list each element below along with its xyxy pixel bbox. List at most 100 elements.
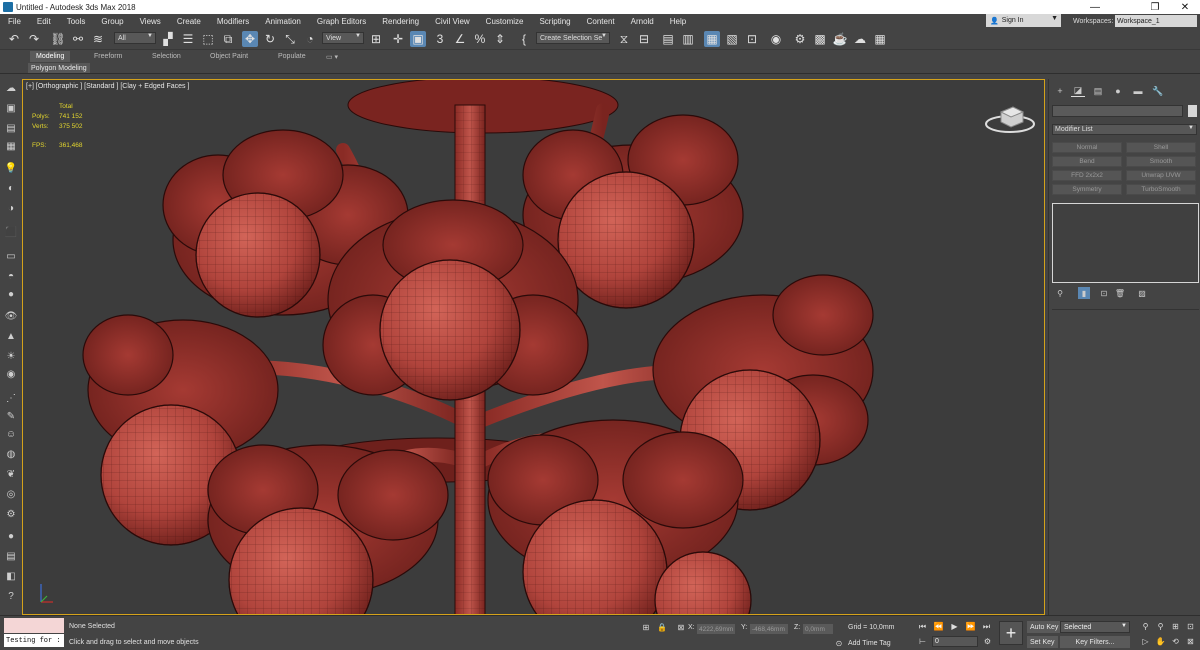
- camera-icon[interactable]: ◐: [4, 182, 18, 194]
- remove-modifier-icon[interactable]: 🗑: [1114, 287, 1126, 299]
- object-name-field[interactable]: [1052, 105, 1183, 117]
- menu-content[interactable]: Content: [579, 17, 623, 26]
- ribbon-options-icon[interactable]: ▭ ▾: [326, 51, 338, 62]
- display-tab-icon[interactable]: ▬: [1131, 85, 1145, 97]
- z-coordinate-field[interactable]: 0,0mm: [803, 624, 833, 634]
- menu-graph-editors[interactable]: Graph Editors: [309, 17, 374, 26]
- align-icon[interactable]: ⊟: [636, 31, 652, 47]
- modifier-bend-button[interactable]: Bend: [1052, 156, 1122, 167]
- modifier-shell-button[interactable]: Shell: [1126, 142, 1196, 153]
- layer-explorer-icon[interactable]: ▥: [680, 31, 696, 47]
- keyboard-shortcut-override-icon[interactable]: ▣: [410, 31, 426, 47]
- maxscript-listener-input[interactable]: [4, 618, 64, 633]
- toggle-ribbon-icon[interactable]: ▦: [704, 31, 720, 47]
- signin-dropdown[interactable]: 👤 Sign In ▼: [986, 14, 1061, 27]
- selection-lock-icon[interactable]: 🔒: [656, 621, 668, 633]
- viewport-layout-icon[interactable]: ☁: [4, 82, 18, 94]
- bind-space-warp-icon[interactable]: ≋: [90, 31, 106, 47]
- auto-key-button[interactable]: Auto Key: [1027, 621, 1062, 633]
- leaf-icon[interactable]: ❦: [4, 468, 18, 480]
- menu-file[interactable]: File: [0, 17, 29, 26]
- scene-list-icon[interactable]: ▦: [4, 140, 18, 152]
- set-key-button[interactable]: Set Key: [1027, 636, 1058, 648]
- layer-manager-icon[interactable]: ▤: [4, 122, 18, 134]
- grid-snap-icon[interactable]: ⋰: [4, 392, 18, 404]
- modifier-unwrap-uvw-button[interactable]: Unwrap UVW: [1126, 170, 1196, 181]
- ball-icon[interactable]: ●: [4, 530, 18, 542]
- maxscript-output[interactable]: Testing for :: [4, 634, 64, 647]
- go-to-start-icon[interactable]: ⏮: [917, 621, 928, 632]
- angle-snap-icon[interactable]: ∠: [452, 31, 468, 47]
- sphere-icon[interactable]: ●: [4, 288, 18, 300]
- pan-icon[interactable]: ✋: [1155, 636, 1166, 647]
- absolute-mode-icon[interactable]: ⊠: [675, 621, 687, 633]
- viewport-label[interactable]: [+] [Orthographic ] [Standard ] [Clay + …: [26, 83, 189, 90]
- modifier-turbosmooth-button[interactable]: TurboSmooth: [1126, 184, 1196, 195]
- edit-named-selection-icon[interactable]: {: [516, 31, 532, 47]
- maximize-viewport-icon[interactable]: ⊠: [1185, 636, 1196, 647]
- reference-coordinate-dropdown[interactable]: View ▼: [322, 32, 364, 44]
- set-keys-icon[interactable]: +: [999, 621, 1023, 645]
- menu-create[interactable]: Create: [169, 17, 209, 26]
- select-and-move-icon[interactable]: ✥: [242, 31, 258, 47]
- add-time-tag-button[interactable]: Add Time Tag: [848, 640, 891, 647]
- modifier-normal-button[interactable]: Normal: [1052, 142, 1122, 153]
- zoom-icon[interactable]: ⚲: [1140, 621, 1151, 632]
- schematic-view-icon[interactable]: ⊡: [744, 31, 760, 47]
- tab-object-paint[interactable]: Object Paint: [210, 51, 248, 62]
- time-tag-icon[interactable]: ⊙: [833, 637, 845, 649]
- spinner-snap-icon[interactable]: ⇕: [492, 31, 508, 47]
- undo-icon[interactable]: ↶: [6, 31, 22, 47]
- render-setup-icon[interactable]: ⚙: [792, 31, 808, 47]
- modify-tab-icon[interactable]: ◪: [1071, 85, 1085, 97]
- modifier-symmetry-button[interactable]: Symmetry: [1052, 184, 1122, 195]
- modifier-smooth-button[interactable]: Smooth: [1126, 156, 1196, 167]
- menu-group[interactable]: Group: [93, 17, 131, 26]
- layer-icon[interactable]: ▣: [4, 102, 18, 114]
- layers-icon[interactable]: ▤: [4, 550, 18, 562]
- current-frame-field[interactable]: 0: [932, 636, 978, 647]
- help-icon[interactable]: ?: [4, 590, 18, 602]
- move-gizmo-icon[interactable]: ✛: [390, 31, 406, 47]
- menu-arnold[interactable]: Arnold: [623, 17, 662, 26]
- window-crossing-icon[interactable]: ⧉: [220, 31, 236, 47]
- field-of-view-icon[interactable]: ▷: [1140, 636, 1151, 647]
- tab-populate[interactable]: Populate: [278, 51, 306, 62]
- menu-tools[interactable]: Tools: [59, 17, 94, 26]
- time-configuration-icon[interactable]: ⚙: [982, 636, 993, 647]
- dome-icon[interactable]: ◓: [4, 270, 18, 282]
- named-selection-set-dropdown[interactable]: Create Selection Se ▼: [536, 32, 610, 44]
- utilities-tab-icon[interactable]: 🔧: [1151, 85, 1165, 97]
- viewport-orthographic[interactable]: [+] [Orthographic ] [Standard ] [Clay + …: [22, 79, 1045, 615]
- eye-icon[interactable]: 👁: [4, 310, 18, 322]
- render-production-icon[interactable]: ☕: [832, 31, 848, 47]
- sphere-gizmo-icon[interactable]: ◎: [4, 488, 18, 500]
- modifier-list-dropdown[interactable]: Modifier List ▼: [1052, 124, 1197, 135]
- menu-customize[interactable]: Customize: [478, 17, 532, 26]
- hierarchy-tab-icon[interactable]: ▤: [1091, 85, 1105, 97]
- make-unique-icon[interactable]: ⊡: [1098, 287, 1110, 299]
- cone-icon[interactable]: ▲: [4, 330, 18, 342]
- material-editor-icon[interactable]: ◉: [768, 31, 784, 47]
- configure-modifier-sets-icon[interactable]: ▨: [1136, 287, 1148, 299]
- select-by-name-icon[interactable]: ☰: [180, 31, 196, 47]
- select-object-icon[interactable]: ▞: [160, 31, 176, 47]
- mirror-icon[interactable]: ⧖: [616, 31, 632, 47]
- modifier-stack[interactable]: [1052, 203, 1199, 283]
- rendered-frame-window-icon[interactable]: ▩: [812, 31, 828, 47]
- motion-tab-icon[interactable]: ●: [1111, 85, 1125, 97]
- render-in-cloud-icon[interactable]: ☁: [852, 31, 868, 47]
- tab-modeling[interactable]: Modeling: [30, 51, 71, 62]
- redo-icon[interactable]: ↷: [26, 31, 42, 47]
- settings-icon[interactable]: ⚙: [4, 508, 18, 520]
- people-icon[interactable]: ☺: [4, 428, 18, 440]
- create-tab-icon[interactable]: +: [1053, 85, 1067, 97]
- menu-modifiers[interactable]: Modifiers: [209, 17, 257, 26]
- zoom-all-icon[interactable]: ⚲: [1155, 621, 1166, 632]
- key-mode-icon[interactable]: ⊢: [917, 636, 928, 647]
- pivot-center-icon[interactable]: ⊞: [368, 31, 384, 47]
- rectangle-tool-icon[interactable]: ▭: [4, 250, 18, 262]
- minimize-button[interactable]: —: [1080, 0, 1110, 14]
- select-and-place-icon[interactable]: ◔: [302, 31, 318, 47]
- select-and-scale-icon[interactable]: ⤡: [282, 31, 298, 47]
